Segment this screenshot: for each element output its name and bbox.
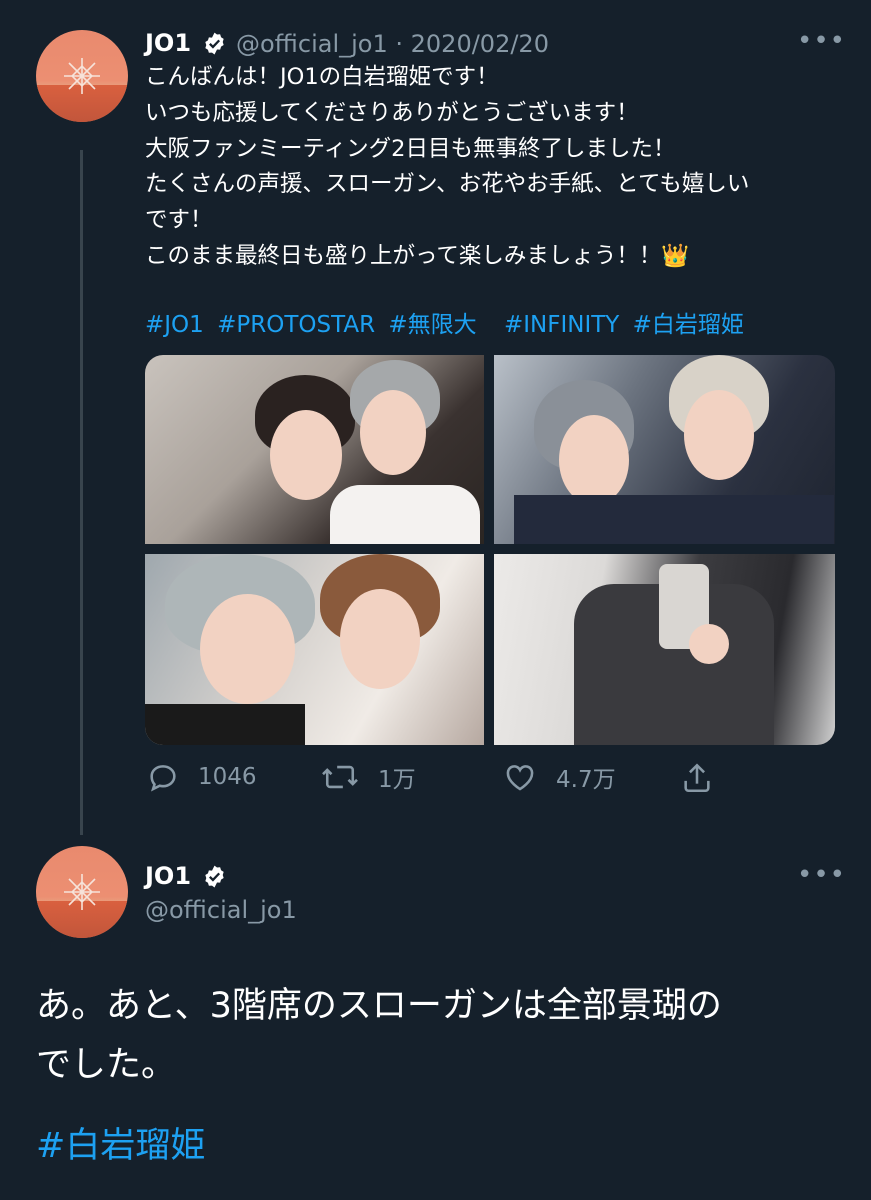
tweet-line: でした。 xyxy=(36,1045,177,1085)
hashtag-link[interactable]: #白岩瑠姫 xyxy=(36,1117,205,1168)
media-grid xyxy=(145,355,835,745)
photo-2[interactable] xyxy=(494,355,835,544)
retweet-button[interactable]: 1万 xyxy=(320,760,416,794)
logo-icon xyxy=(64,874,100,910)
photo-4[interactable] xyxy=(494,554,835,745)
share-button[interactable] xyxy=(680,760,714,796)
share-icon xyxy=(684,763,710,793)
reply-icon xyxy=(150,765,176,792)
like-icon xyxy=(506,765,534,791)
author-avatar[interactable] xyxy=(36,846,128,938)
more-options-icon[interactable]: ••• xyxy=(797,860,846,890)
verified-badge-icon xyxy=(205,865,224,888)
like-count: 4.7万 xyxy=(556,767,616,793)
tweet-line: こんばんは！JO1の白岩瑠姫です！ xyxy=(145,64,499,90)
author-name[interactable]: JO1 xyxy=(145,862,191,890)
tweet-body: こんばんは！JO1の白岩瑠姫です！ いつも応援してくださりありがとうございます！… xyxy=(145,60,845,275)
logo-icon xyxy=(64,58,100,94)
hashtag-link[interactable]: #PROTOSTAR xyxy=(217,312,375,338)
retweet-icon xyxy=(322,765,358,789)
reply-button[interactable]: 1046 xyxy=(146,760,257,794)
reply-count: 1046 xyxy=(198,764,257,790)
hashtag-list: #JO1 #PROTOSTAR #無限大 #INFINITY #白岩瑠姫 xyxy=(145,305,750,339)
thread-connector-line xyxy=(80,150,83,835)
author-avatar[interactable] xyxy=(36,30,128,122)
tweet-line: たくさんの声援、スローガン、お花やお手紙、とても嬉しい xyxy=(145,171,750,198)
tweet-line: いつも応援してくださりありがとうございます！ xyxy=(145,99,639,126)
tweet-line: このまま最終日も盛り上がって楽しみましょう！！👑 xyxy=(145,242,690,269)
photo-1[interactable] xyxy=(145,355,484,544)
retweet-count: 1万 xyxy=(378,767,416,793)
author-handle-date[interactable]: @official_jo1 · 2020/02/20 xyxy=(236,30,549,58)
hashtag-link[interactable]: #白岩瑠姫 xyxy=(633,312,744,338)
author-handle[interactable]: @official_jo1 xyxy=(145,896,297,924)
hashtag-link[interactable]: #無限大 xyxy=(388,312,476,338)
tweet-line: 大阪ファンミーティング2日目も無事終了しました！ xyxy=(145,135,676,162)
photo-3[interactable] xyxy=(145,554,484,745)
hashtag-link[interactable]: #INFINITY xyxy=(504,312,619,338)
author-name[interactable]: JO1 xyxy=(145,29,191,57)
hashtag-link[interactable]: #JO1 xyxy=(145,312,204,338)
tweet-line: です！ xyxy=(145,207,213,234)
more-options-icon[interactable]: ••• xyxy=(797,26,846,56)
tweet-line: あ。あと、3階席のスローガンは全部景瑚の xyxy=(36,986,722,1026)
verified-badge-icon xyxy=(205,32,224,55)
like-button[interactable]: 4.7万 xyxy=(502,760,616,794)
tweet-body: あ。あと、3階席のスローガンは全部景瑚の でした。 xyxy=(36,977,836,1095)
